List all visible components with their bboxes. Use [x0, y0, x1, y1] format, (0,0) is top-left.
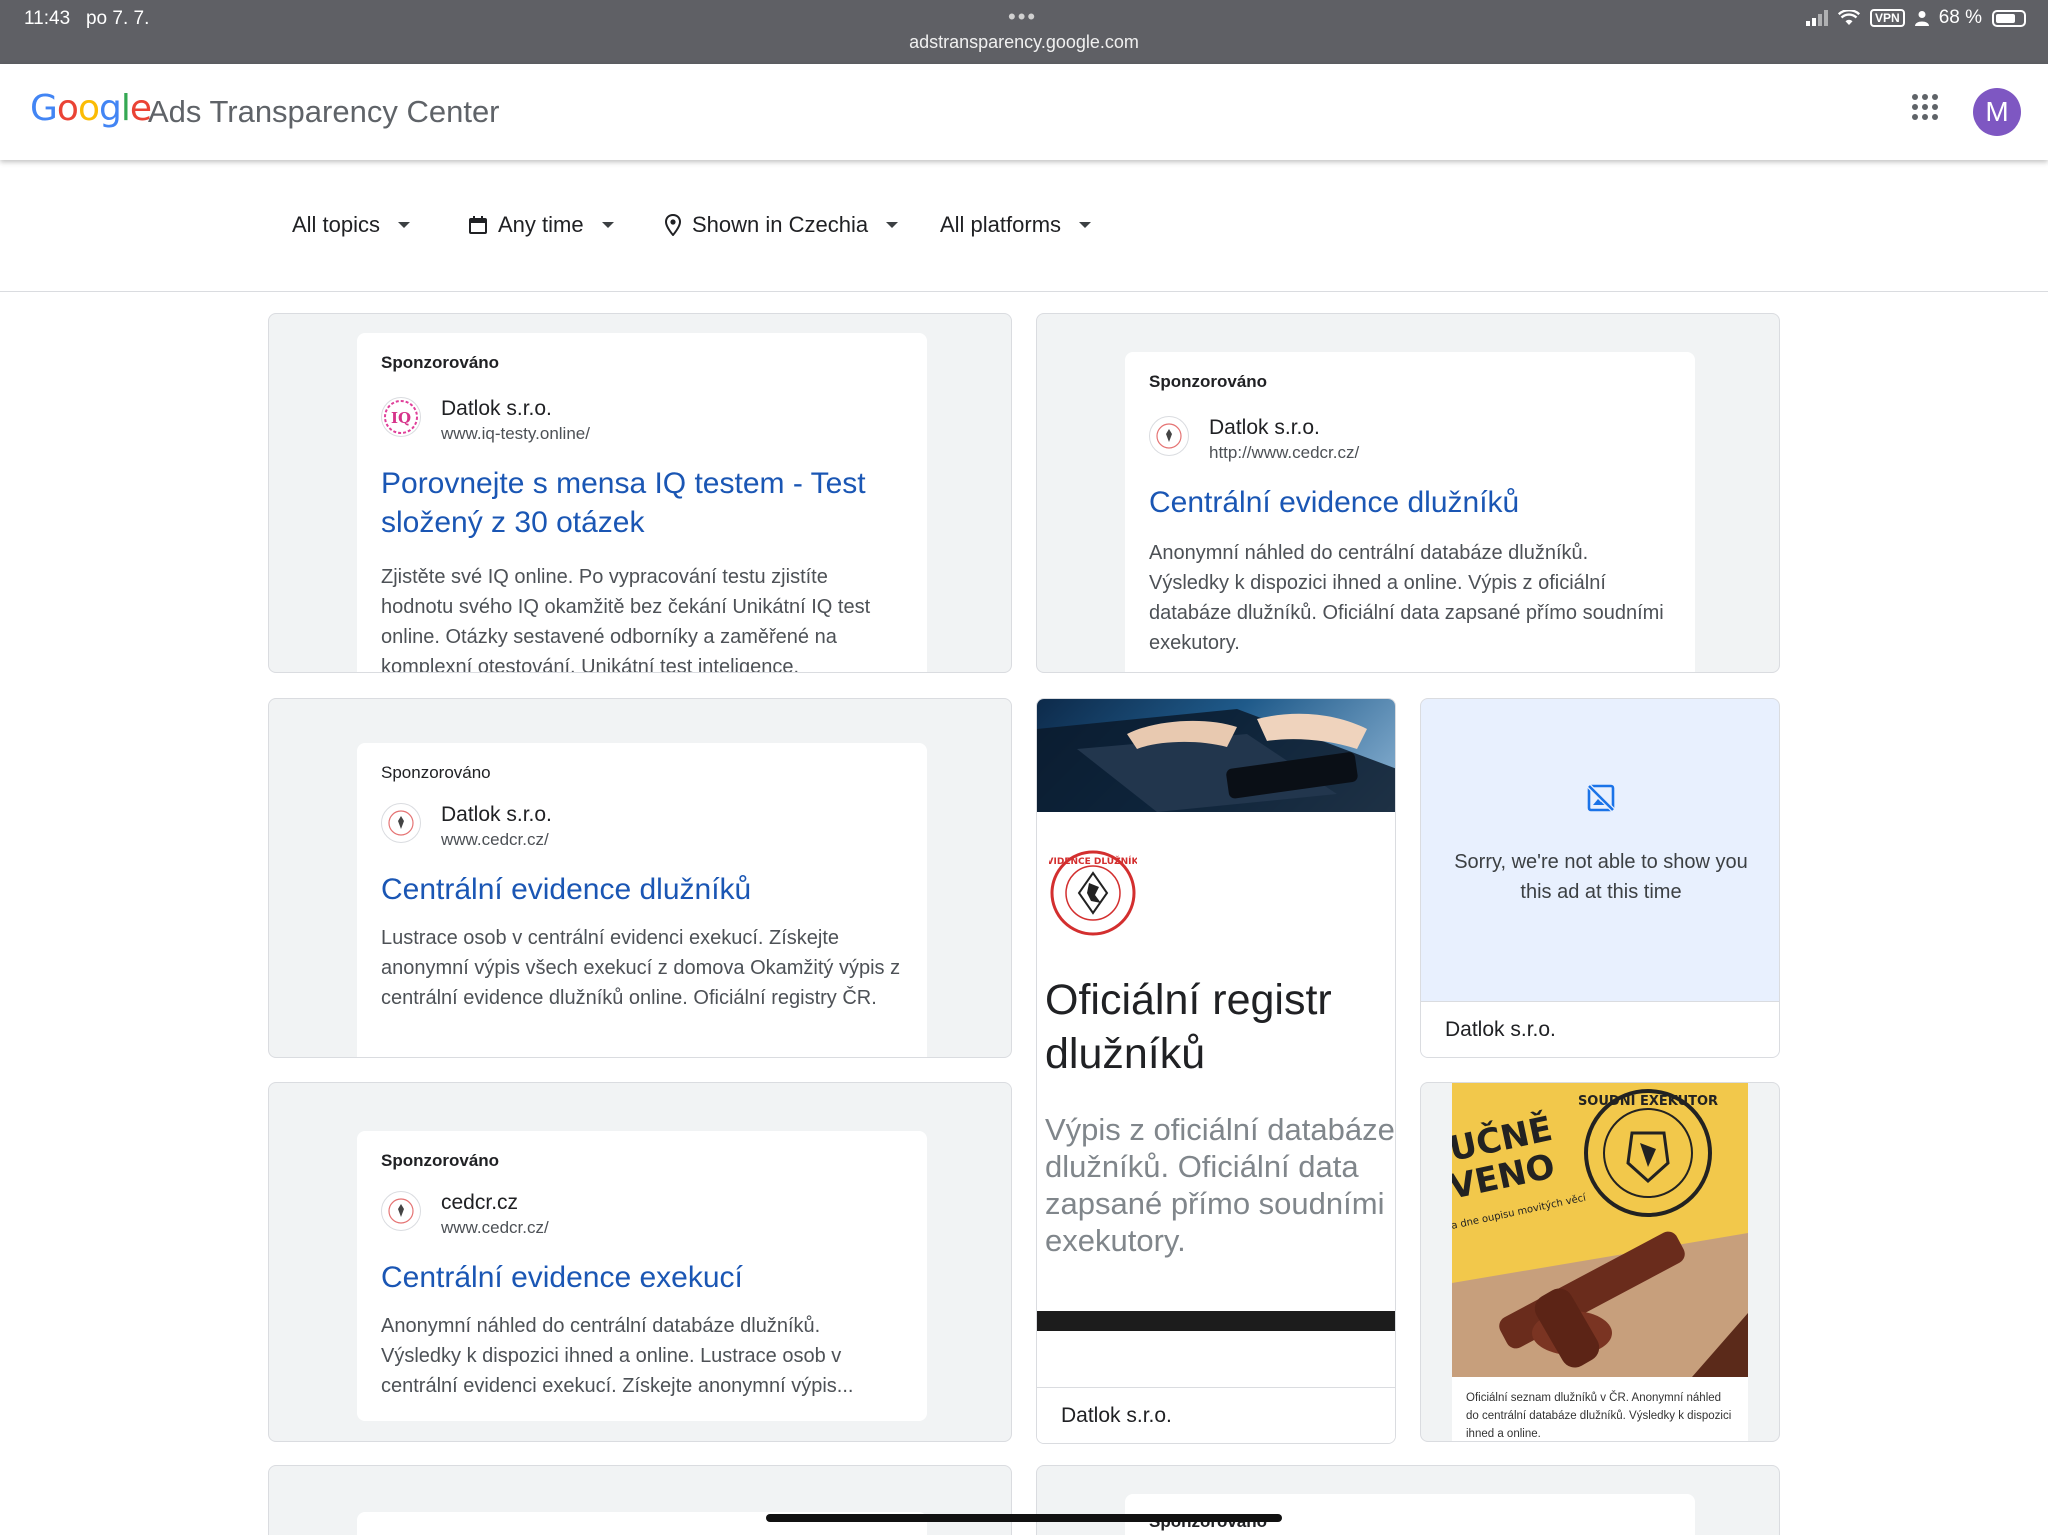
- laptop-photo: [1037, 699, 1395, 812]
- ad-card[interactable]: Sponzorováno Datlok s.r.o. http://www.ce…: [1036, 313, 1780, 673]
- ad-description: Anonymní náhled do centrální databáze dl…: [381, 1315, 854, 1397]
- advertiser-name: Datlok s.r.o.: [441, 397, 552, 420]
- sponsored-label: Sponzorováno: [1149, 372, 1268, 391]
- ad-headline[interactable]: Centrální evidence dlužníků: [381, 870, 903, 909]
- advertiser-row: Datlok s.r.o. www.cedcr.cz/: [381, 803, 903, 850]
- image-ad-divider: [1037, 1311, 1395, 1331]
- person-icon: [1914, 11, 1929, 26]
- app-title: Ads Transparency Center: [148, 94, 500, 129]
- advertiser-url: http://www.cedcr.cz/: [1209, 443, 1360, 462]
- ad-description: Anonymní náhled do centrální databáze dl…: [1149, 542, 1664, 654]
- topics-filter-label: All topics: [292, 212, 381, 237]
- ad-headline[interactable]: Centrální evidence dlužníků: [1149, 483, 1671, 522]
- chevron-down-icon: [398, 222, 411, 228]
- address-bar[interactable]: adstransparency.google.com: [0, 32, 2048, 53]
- account-avatar[interactable]: M: [1973, 88, 2021, 136]
- text-ad-preview: Sponzorováno Datlok s.r.o. http://www.ce…: [1125, 352, 1695, 672]
- advertiser-name: cedcr.cz: [441, 1191, 519, 1214]
- ad-headline[interactable]: Porovnejte s mensa IQ testem - Test slož…: [381, 464, 903, 542]
- calendar-icon: [469, 216, 487, 234]
- photo-ad-card[interactable]: SOUDNÍ EXEKUTOR UČNĚ VENO a dne oupisu m…: [1420, 1082, 1780, 1442]
- chevron-down-icon: [1079, 222, 1092, 228]
- text-ad-preview: Sponzorováno IQ Datlok s.r.o. www.iq-tes…: [357, 333, 927, 673]
- chevron-down-icon: [886, 222, 899, 228]
- chevron-down-icon: [601, 222, 614, 228]
- iq-favicon-icon: IQ: [381, 397, 421, 437]
- location-pin-icon: [664, 214, 682, 236]
- signal-icon: [1806, 10, 1828, 26]
- advertiser-footer: Datlok s.r.o.: [1421, 1001, 1779, 1057]
- time-filter-label: Any time: [498, 212, 584, 237]
- ad-description: Lustrace osob v centrální evidenci exeku…: [381, 927, 901, 1009]
- platforms-filter[interactable]: All platforms: [940, 212, 1092, 238]
- advertiser-url: www.cedcr.cz/: [441, 1218, 549, 1237]
- sponsored-label: Sponzorováno: [381, 763, 491, 782]
- photo-ad-caption: Oficiální seznam dlužníků v ČR. Anonymní…: [1466, 1392, 1732, 1440]
- battery-icon: [1992, 9, 2026, 27]
- battery-percent: 68 %: [1938, 7, 1982, 28]
- ad-card[interactable]: [268, 1465, 1012, 1535]
- svg-text:IQ: IQ: [391, 409, 411, 427]
- ad-card[interactable]: Sponzorováno IQ Datlok s.r.o. www.iq-tes…: [268, 313, 1012, 673]
- apps-grid-icon[interactable]: [1912, 94, 1938, 120]
- image-unavailable-icon: [1586, 783, 1616, 813]
- wifi-icon: [1838, 10, 1860, 25]
- text-ad-preview: Sponzorováno Datlok s.r.o. www.cedcr.cz/…: [357, 743, 927, 1057]
- advertiser-row: cedcr.cz www.cedcr.cz/: [381, 1191, 903, 1238]
- cedcr-favicon-icon: [381, 803, 421, 843]
- ad-card[interactable]: Sponzorováno Datlok s.r.o. www.cedcr.cz/…: [268, 698, 1012, 1058]
- sponsored-label: Sponzorováno: [381, 353, 500, 372]
- text-ad-preview: Sponzorováno cedcr.cz www.cedcr.cz/ Cent…: [357, 1131, 927, 1421]
- cedcr-favicon-icon: [381, 1191, 421, 1231]
- ad-description: Zjistěte své IQ online. Po vypracování t…: [381, 566, 871, 673]
- cedcr-favicon-icon: [1149, 416, 1189, 456]
- sponsored-label: Sponzorováno: [381, 1151, 500, 1170]
- exekutor-seal-text: SOUDNÍ EXEKUTOR: [1578, 1093, 1718, 1109]
- platforms-filter-label: All platforms: [940, 212, 1062, 237]
- evidence-dluzniku-seal-icon: EVIDENCE DLUŽNÍKŮ: [1040, 849, 1146, 937]
- region-filter[interactable]: Shown in Czechia: [664, 212, 899, 238]
- image-ad-body: Výpis z oficiální databáze dlužníků. Ofi…: [1045, 1112, 1395, 1258]
- unavailable-message: Sorry, we're not able to show you this a…: [1454, 851, 1748, 903]
- advertiser-url: www.iq-testy.online/: [441, 424, 590, 443]
- ad-card[interactable]: Sponzorováno: [1036, 1465, 1780, 1535]
- app-header: Google Ads Transparency Center M: [0, 64, 2048, 160]
- advertiser-row: IQ Datlok s.r.o. www.iq-testy.online/: [381, 397, 903, 444]
- advertiser-url: www.cedcr.cz/: [441, 830, 549, 849]
- home-indicator[interactable]: [766, 1514, 1282, 1522]
- image-ad-card[interactable]: EVIDENCE DLUŽNÍKŮ Oficiální registr dluž…: [1036, 698, 1396, 1444]
- advertiser-footer: Datlok s.r.o.: [1037, 1387, 1395, 1443]
- topics-filter[interactable]: All topics: [292, 212, 411, 238]
- advertiser-row: Datlok s.r.o. http://www.cedcr.cz/: [1149, 416, 1671, 463]
- ad-card[interactable]: Sponzorováno cedcr.cz www.cedcr.cz/ Cent…: [268, 1082, 1012, 1442]
- ad-headline[interactable]: Centrální evidence exekucí: [381, 1258, 903, 1297]
- unavailable-ad-card[interactable]: Sorry, we're not able to show you this a…: [1420, 698, 1780, 1058]
- status-indicators: VPN 68 %: [1806, 7, 2026, 29]
- status-time: 11:43 po 7. 7.: [24, 8, 150, 29]
- photo-ad-preview: SOUDNÍ EXEKUTOR UČNĚ VENO a dne oupisu m…: [1452, 1083, 1748, 1441]
- region-filter-label: Shown in Czechia: [692, 212, 869, 237]
- browser-menu-dots-icon[interactable]: •••: [1008, 4, 1037, 30]
- time-filter[interactable]: Any time: [468, 212, 614, 238]
- status-bar: 11:43 po 7. 7. ••• adstransparency.googl…: [0, 0, 2048, 64]
- image-ad-title: Oficiální registr dlužníků: [1045, 976, 1332, 1078]
- advertiser-name: Datlok s.r.o.: [1209, 416, 1320, 439]
- vpn-badge: VPN: [1870, 9, 1905, 27]
- google-logo[interactable]: Google: [30, 88, 152, 129]
- gavel-photo: SOUDNÍ EXEKUTOR UČNĚ VENO a dne oupisu m…: [1452, 1083, 1748, 1377]
- advertiser-name: Datlok s.r.o.: [441, 803, 552, 826]
- filter-bar: All topics Any time Shown in Czechia All…: [0, 160, 2048, 292]
- ads-grid: Sponzorováno IQ Datlok s.r.o. www.iq-tes…: [0, 292, 2048, 1535]
- seal-text: EVIDENCE DLUŽNÍKŮ: [1049, 855, 1137, 867]
